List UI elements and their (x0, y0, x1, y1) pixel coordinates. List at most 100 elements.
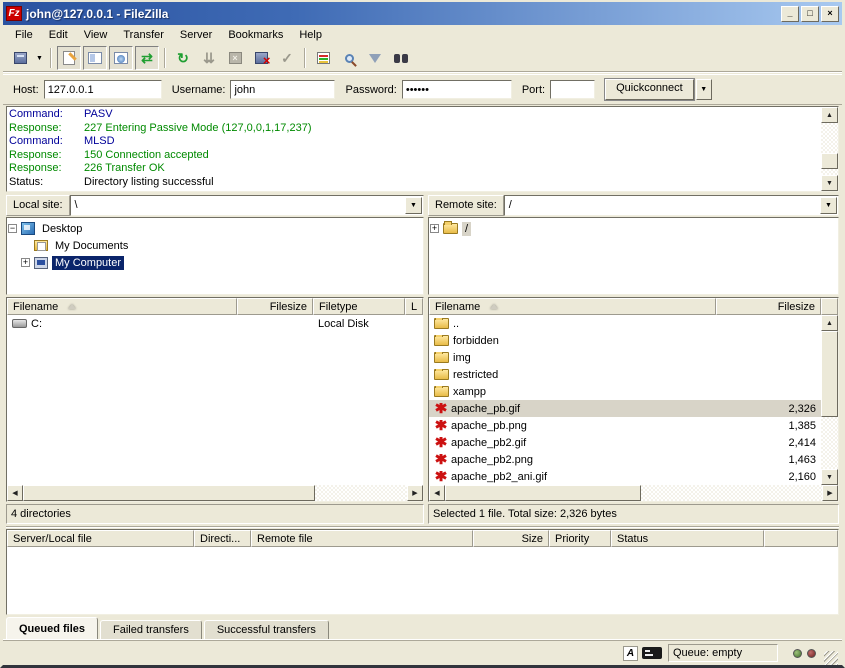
toggle-queue-button[interactable]: ⇄ (135, 46, 159, 70)
scroll-right-icon[interactable]: ▶ (407, 485, 423, 501)
minimize-button[interactable]: _ (781, 6, 799, 22)
toggle-log-button[interactable] (57, 46, 81, 70)
column-header-filesize[interactable]: Filesize (716, 298, 821, 315)
remote-file-row[interactable]: .. (429, 315, 821, 332)
column-header-remote-file[interactable]: Remote file (251, 530, 473, 547)
menu-help[interactable]: Help (291, 27, 330, 43)
scrollbar-thumb[interactable] (23, 485, 315, 501)
tree-item-root[interactable]: + / (430, 220, 837, 237)
remote-site-label: Remote site: (428, 195, 504, 216)
column-header-direction[interactable]: Directi... (194, 530, 251, 547)
expand-icon[interactable]: + (21, 258, 30, 267)
tab-queued-files[interactable]: Queued files (6, 617, 98, 640)
scroll-up-icon[interactable]: ▲ (821, 315, 838, 331)
tree-item-label[interactable]: Desktop (39, 222, 85, 236)
remote-file-row-selected[interactable]: ✱apache_pb.gif 2,326 (429, 400, 821, 417)
scrollbar-track[interactable] (821, 123, 838, 175)
column-header-priority[interactable]: Priority (549, 530, 611, 547)
column-header-filetype[interactable]: Filetype (313, 298, 405, 315)
username-input[interactable] (230, 80, 335, 99)
chevron-down-icon[interactable]: ▼ (405, 197, 422, 214)
queue-tabs: Queued files Failed transfers Successful… (6, 616, 331, 640)
menu-file[interactable]: File (7, 27, 41, 43)
resize-grip[interactable] (824, 651, 838, 665)
site-manager-button[interactable] (8, 46, 32, 70)
scrollbar-track[interactable] (821, 331, 838, 469)
tree-item-label-selected[interactable]: My Computer (52, 256, 124, 270)
toggle-remote-tree-icon (114, 52, 128, 64)
local-file-list: Filename Filesize Filetype L C: Local Di… (6, 297, 424, 502)
scroll-down-icon[interactable]: ▼ (821, 175, 838, 191)
cancel-button[interactable]: × (223, 46, 247, 70)
scrollbar-thumb[interactable] (821, 331, 838, 417)
close-button[interactable]: × (821, 6, 839, 22)
remote-file-row[interactable]: restricted (429, 366, 821, 383)
remote-file-row[interactable]: ✱apache_pb2.png 1,463 (429, 451, 821, 468)
remote-file-row[interactable]: xampp (429, 383, 821, 400)
filter-button[interactable] (363, 46, 387, 70)
remote-site-combo[interactable]: / ▼ (504, 195, 839, 216)
remote-file-row[interactable]: ✱apache_pb.png 1,385 (429, 417, 821, 434)
tab-failed-transfers[interactable]: Failed transfers (100, 620, 202, 640)
disconnect-button[interactable] (249, 46, 273, 70)
toggle-local-tree-button[interactable] (83, 46, 107, 70)
column-header-filesize[interactable]: Filesize (237, 298, 313, 315)
search-button[interactable] (389, 46, 413, 70)
column-header-filename[interactable]: Filename (429, 298, 716, 315)
menu-transfer[interactable]: Transfer (115, 27, 172, 43)
collapse-icon[interactable]: − (8, 224, 17, 233)
remote-file-row[interactable]: forbidden (429, 332, 821, 349)
menu-edit[interactable]: Edit (41, 27, 76, 43)
reconnect-button[interactable]: ✓ (275, 46, 299, 70)
column-header-last-modified[interactable]: L (405, 298, 423, 315)
title-bar[interactable]: Fz john@127.0.0.1 - FileZilla _ □ × (3, 2, 842, 25)
scrollbar-thumb[interactable] (445, 485, 641, 501)
site-manager-dropdown[interactable]: ▼ (33, 46, 46, 70)
tab-successful-transfers[interactable]: Successful transfers (204, 620, 329, 640)
quickconnect-button[interactable]: Quickconnect (605, 79, 694, 100)
password-input[interactable] (402, 80, 512, 99)
scroll-left-icon[interactable]: ◀ (429, 485, 445, 501)
scrollbar-track[interactable] (445, 485, 822, 501)
tree-item-my-computer[interactable]: + My Computer (8, 254, 422, 271)
maximize-button[interactable]: □ (801, 6, 819, 22)
directory-comparison-button[interactable] (311, 46, 335, 70)
scroll-up-icon[interactable]: ▲ (821, 107, 838, 123)
process-queue-button[interactable]: ⇊ (197, 46, 221, 70)
refresh-button[interactable]: ↻ (171, 46, 195, 70)
remote-vertical-scrollbar[interactable]: ▲ ▼ (821, 315, 838, 485)
toggle-remote-tree-button[interactable] (109, 46, 133, 70)
column-header-size[interactable]: Size (473, 530, 549, 547)
remote-horizontal-scrollbar[interactable]: ◀ ▶ (429, 485, 838, 501)
tree-item-label[interactable]: My Documents (52, 239, 131, 253)
log-vertical-scrollbar[interactable]: ▲ ▼ (821, 107, 838, 191)
column-header-server-local-file[interactable]: Server/Local file (7, 530, 194, 547)
desktop-icon (21, 222, 35, 235)
menu-server[interactable]: Server (172, 27, 220, 43)
scrollbar-track[interactable] (23, 485, 407, 501)
menu-bookmarks[interactable]: Bookmarks (220, 27, 291, 43)
expand-icon[interactable]: + (430, 224, 439, 233)
local-site-combo[interactable]: \ ▼ (70, 195, 424, 216)
chevron-down-icon[interactable]: ▼ (820, 197, 837, 214)
scrollbar-thumb[interactable] (821, 153, 838, 169)
scroll-down-icon[interactable]: ▼ (821, 469, 838, 485)
tree-item-my-documents[interactable]: My Documents (8, 237, 422, 254)
local-horizontal-scrollbar[interactable]: ◀ ▶ (7, 485, 423, 501)
remote-file-row[interactable]: ✱apache_pb2_ani.gif 2,160 (429, 468, 821, 485)
local-file-row[interactable]: C: Local Disk (7, 315, 423, 332)
menu-view[interactable]: View (76, 27, 116, 43)
tree-item-label-selected[interactable]: / (462, 222, 471, 236)
column-header-filename[interactable]: Filename (7, 298, 237, 315)
column-header-status[interactable]: Status (611, 530, 764, 547)
speed-limit-icon[interactable] (642, 647, 662, 659)
synchronized-browsing-button[interactable] (337, 46, 361, 70)
remote-file-row[interactable]: ✱apache_pb2.gif 2,414 (429, 434, 821, 451)
quickconnect-dropdown[interactable]: ▼ (696, 79, 712, 100)
tree-item-desktop[interactable]: − Desktop (8, 220, 422, 237)
scroll-right-icon[interactable]: ▶ (822, 485, 838, 501)
scroll-left-icon[interactable]: ◀ (7, 485, 23, 501)
remote-file-row[interactable]: img (429, 349, 821, 366)
host-input[interactable] (44, 80, 162, 99)
port-input[interactable] (550, 80, 595, 99)
